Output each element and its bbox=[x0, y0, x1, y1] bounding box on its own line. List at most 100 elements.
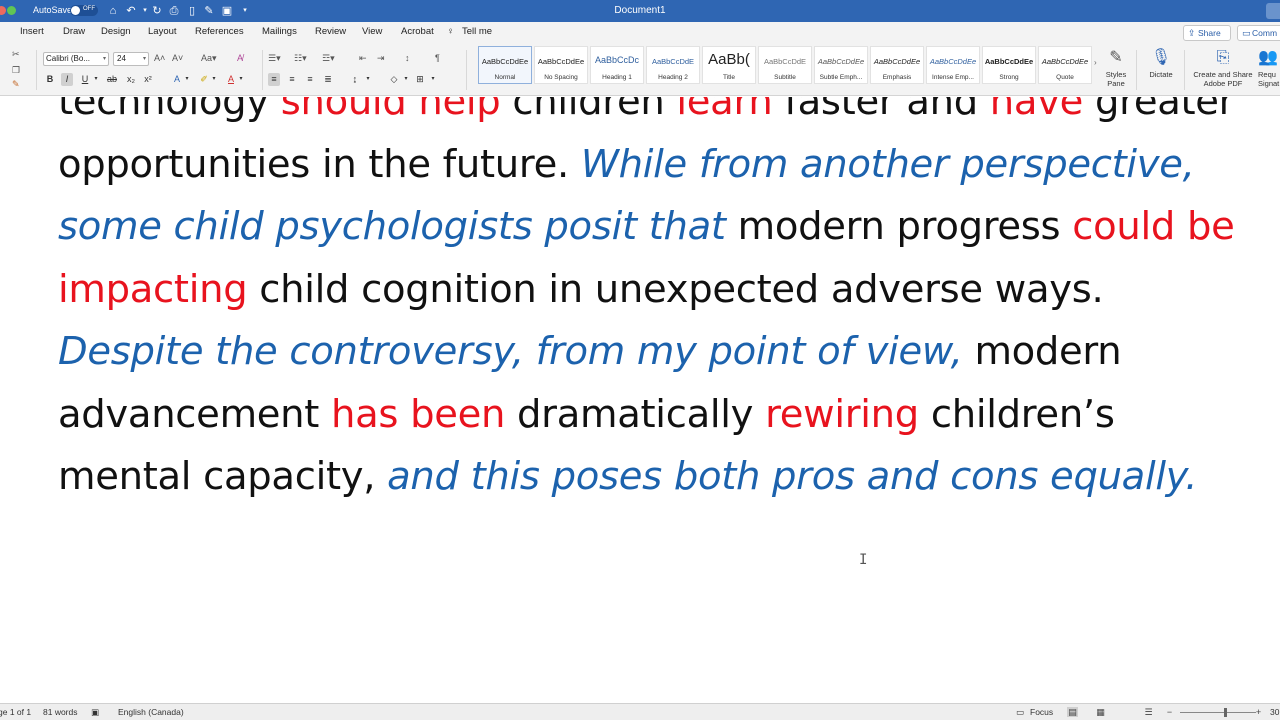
zoom-percent[interactable]: 30 bbox=[1270, 707, 1279, 717]
signature-icon: 👥 bbox=[1258, 49, 1278, 66]
share-icon: ⇪ bbox=[1188, 28, 1196, 38]
tab-design[interactable]: Design bbox=[101, 26, 131, 37]
style-normal[interactable]: AaBbCcDdEe Normal bbox=[478, 46, 532, 84]
request-sig-label: Requ Signat bbox=[1258, 70, 1280, 88]
style-emphasis[interactable]: AaBbCcDdEe Emphasis bbox=[870, 46, 924, 84]
strikethrough-button[interactable]: ab bbox=[106, 73, 118, 86]
bullets-icon[interactable]: ☰▾ bbox=[268, 52, 281, 64]
text-run: children bbox=[500, 97, 677, 124]
font-size-select[interactable]: 24 ▾ bbox=[113, 52, 149, 66]
chevron-down-icon[interactable]: ▾ bbox=[90, 73, 102, 86]
font-size-value: 24 bbox=[117, 54, 126, 63]
numbering-icon[interactable]: ☷▾ bbox=[294, 52, 307, 64]
zoom-slider-thumb[interactable] bbox=[1224, 708, 1227, 717]
blue-italic-text-run: and this poses both pros and cons equall… bbox=[387, 454, 1198, 499]
shading-icon[interactable]: ◇ bbox=[388, 73, 400, 86]
style-heading-2[interactable]: AaBbCcDdE Heading 2 bbox=[646, 46, 700, 84]
style-strong[interactable]: AaBbCcDdEe Strong bbox=[982, 46, 1036, 84]
style-subtle-emphasis[interactable]: AaBbCcDdEe Subtle Emph... bbox=[814, 46, 868, 84]
comments-button[interactable]: ▭ Comm bbox=[1237, 25, 1280, 41]
shrink-font-icon[interactable]: A˅ bbox=[172, 52, 183, 64]
format-painter-icon[interactable]: ✎ bbox=[12, 78, 20, 90]
line-spacing-icon[interactable]: ↨ bbox=[349, 73, 361, 86]
change-case-icon[interactable]: Aa▾ bbox=[201, 52, 217, 64]
sort-icon[interactable]: ↕ bbox=[405, 52, 410, 64]
cut-icon[interactable]: ✂ bbox=[12, 48, 20, 60]
style-name: Subtitle bbox=[774, 74, 796, 81]
web-layout-icon[interactable]: ▦ bbox=[1095, 707, 1106, 717]
copy-icon[interactable]: ❐ bbox=[12, 64, 20, 76]
chevron-down-icon[interactable]: ▾ bbox=[400, 73, 412, 86]
style-no-spacing[interactable]: AaBbCcDdEe No Spacing bbox=[534, 46, 588, 84]
style-sample: AaBbCcDdEe bbox=[1041, 57, 1089, 66]
tab-layout[interactable]: Layout bbox=[148, 26, 177, 37]
styles-gallery: AaBbCcDdEe Normal AaBbCcDdEe No Spacing … bbox=[474, 46, 1097, 86]
tab-mailings[interactable]: Mailings bbox=[262, 26, 297, 37]
outline-icon[interactable]: ☰ bbox=[1143, 707, 1154, 717]
align-right-button[interactable]: ≡ bbox=[304, 73, 316, 86]
align-left-button[interactable]: ≡ bbox=[268, 73, 280, 86]
style-sample: AaBb( bbox=[708, 51, 750, 68]
decrease-indent-icon[interactable]: ⇤ bbox=[359, 52, 367, 64]
comment-icon: ▭ bbox=[1242, 28, 1251, 38]
language[interactable]: English (Canada) bbox=[118, 707, 184, 717]
dictate-button[interactable]: 🎙 Dictate bbox=[1143, 48, 1179, 79]
clear-formatting-icon[interactable]: A̸ bbox=[237, 52, 243, 64]
style-title[interactable]: AaBb( Title bbox=[702, 46, 756, 84]
style-name: Heading 1 bbox=[602, 74, 632, 81]
increase-indent-icon[interactable]: ⇥ bbox=[377, 52, 385, 64]
style-heading-1[interactable]: AaBbCcDc Heading 1 bbox=[590, 46, 644, 84]
bold-button[interactable]: B bbox=[44, 73, 56, 86]
document-body[interactable]: technology should help children learn fa… bbox=[58, 97, 1248, 509]
chevron-down-icon[interactable]: ▾ bbox=[362, 73, 374, 86]
chevron-down-icon[interactable]: ▾ bbox=[427, 73, 439, 86]
dictate-label: Dictate bbox=[1149, 70, 1173, 79]
request-signatures-button[interactable]: 👥 Requ Signat bbox=[1258, 48, 1280, 88]
tab-review[interactable]: Review bbox=[315, 26, 346, 37]
justify-button[interactable]: ≣ bbox=[322, 73, 334, 86]
tab-view[interactable]: View bbox=[362, 26, 382, 37]
italic-button[interactable]: I bbox=[61, 73, 73, 86]
style-sample: AaBbCcDc bbox=[594, 55, 639, 65]
search-field[interactable] bbox=[1266, 3, 1280, 19]
create-share-pdf-button[interactable]: ⎘ Create and Share Adobe PDF bbox=[1190, 48, 1256, 88]
style-quote[interactable]: AaBbCcDdEe Quote bbox=[1038, 46, 1092, 84]
focus-icon[interactable]: ▭ bbox=[1016, 707, 1024, 718]
paragraph-marks-icon[interactable]: ¶ bbox=[435, 52, 440, 64]
ribbon: e Insert Draw Design Layout References M… bbox=[0, 22, 1280, 96]
proofing-icon[interactable]: ▣ bbox=[91, 707, 99, 718]
style-intense-emphasis[interactable]: AaBbCcDdEe Intense Emp... bbox=[926, 46, 980, 84]
zoom-in-icon[interactable]: + bbox=[1253, 707, 1264, 717]
multilevel-list-icon[interactable]: ☲▾ bbox=[322, 52, 335, 64]
tab-draw[interactable]: Draw bbox=[63, 26, 85, 37]
grow-font-icon[interactable]: A˄ bbox=[154, 52, 165, 64]
font-name-select[interactable]: Calibri (Bo... ▾ bbox=[43, 52, 109, 66]
chevron-right-icon[interactable]: › bbox=[1094, 58, 1097, 67]
tab-acrobat[interactable]: Acrobat bbox=[401, 26, 434, 37]
zoom-slider[interactable] bbox=[1180, 712, 1256, 713]
style-sample: AaBbCcDdE bbox=[651, 57, 695, 66]
chevron-down-icon[interactable]: ▾ bbox=[208, 73, 220, 86]
focus-label[interactable]: Focus bbox=[1030, 707, 1053, 717]
document-page[interactable]: technology should help children learn fa… bbox=[0, 97, 1280, 703]
style-subtitle[interactable]: AaBbCcDdE Subtitle bbox=[758, 46, 812, 84]
page-count[interactable]: ge 1 of 1 bbox=[0, 707, 31, 717]
text-run: modern progress bbox=[725, 204, 1073, 249]
share-button[interactable]: ⇪ Share bbox=[1183, 25, 1231, 41]
chevron-down-icon[interactable]: ▾ bbox=[235, 73, 247, 86]
tab-references[interactable]: References bbox=[195, 26, 244, 37]
borders-icon[interactable]: ⊞ bbox=[414, 73, 426, 86]
zoom-out-icon[interactable]: − bbox=[1164, 707, 1175, 717]
style-sample: AaBbCcDdEe bbox=[873, 57, 921, 66]
superscript-button[interactable]: x² bbox=[142, 73, 154, 86]
tab-insert[interactable]: Insert bbox=[20, 26, 44, 37]
print-layout-icon[interactable]: ▤ bbox=[1067, 707, 1078, 717]
chevron-down-icon[interactable]: ▾ bbox=[181, 73, 193, 86]
divider bbox=[1136, 50, 1137, 90]
style-name: No Spacing bbox=[544, 74, 578, 81]
tab-tell-me[interactable]: Tell me bbox=[462, 26, 492, 37]
styles-pane-button[interactable]: ✎ Styles Pane bbox=[1102, 48, 1130, 88]
subscript-button[interactable]: x₂ bbox=[125, 73, 137, 86]
align-center-button[interactable]: ≡ bbox=[286, 73, 298, 86]
word-count[interactable]: 81 words bbox=[43, 707, 78, 717]
